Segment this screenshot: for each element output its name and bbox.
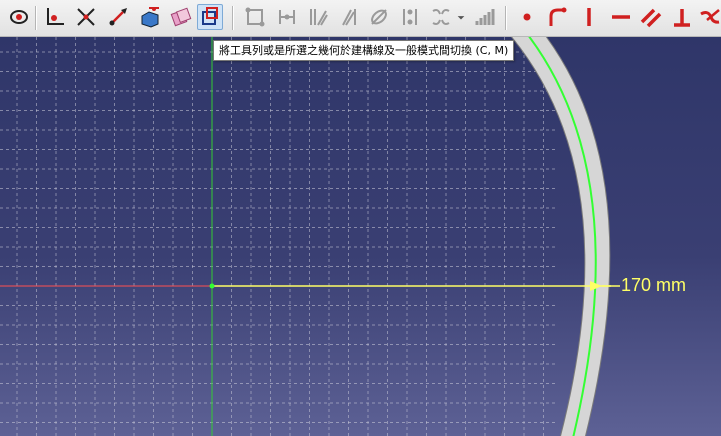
constrain-vertical-icon (587, 8, 591, 26)
constrain-horizontal-button[interactable] (608, 4, 634, 30)
constrain-vertical-button[interactable] (576, 4, 602, 30)
sketcher-toolbar (0, 0, 721, 37)
3d-view[interactable] (0, 37, 721, 436)
sketch-canvas[interactable] (0, 37, 721, 436)
select-origin-button[interactable] (274, 4, 300, 30)
select-conflicting-constraints-button[interactable] (397, 4, 423, 30)
select-vertical-axis-button[interactable] (305, 4, 331, 30)
toolbar-separator (232, 6, 233, 30)
rectangular-array-icon (475, 9, 495, 25)
select-horizontal-axis-button[interactable] (336, 4, 362, 30)
trim-edge-icon (77, 8, 95, 26)
constrain-parallel-button[interactable] (638, 4, 664, 30)
constrain-coincident-icon (523, 13, 531, 21)
constrain-tangent-icon (700, 9, 720, 24)
symmetry-button[interactable] (428, 4, 454, 30)
chevron-down-icon (457, 16, 465, 20)
add-point-button[interactable] (42, 4, 68, 30)
select-origin-icon (279, 10, 295, 24)
carbon-copy-icon (170, 7, 192, 27)
select-redundant-constraints-button[interactable] (366, 4, 392, 30)
select-constraints-icon (245, 7, 265, 27)
select-conflicting-constraints-icon (403, 9, 417, 25)
constrain-perpendicular-button[interactable] (669, 4, 695, 30)
select-horizontal-axis-icon (342, 9, 356, 26)
toggle-construction-geometry-icon (202, 7, 218, 25)
close-shape-icon (10, 10, 28, 24)
extend-edge-button[interactable] (105, 4, 131, 30)
toolbar-separator (505, 6, 506, 30)
constrain-point-on-object-button[interactable] (544, 4, 570, 30)
origin-point[interactable] (209, 283, 215, 289)
external-geometry-button[interactable] (137, 4, 163, 30)
toolbar-separator (35, 6, 36, 30)
sketch-grid (0, 37, 555, 436)
external-geometry-icon (141, 7, 159, 28)
select-vertical-axis-icon (310, 9, 328, 26)
constrain-horizontal-icon (612, 15, 630, 19)
rectangular-array-button[interactable] (472, 4, 498, 30)
symmetry-dropdown[interactable] (455, 4, 467, 30)
select-constraints-button[interactable] (242, 4, 268, 30)
toggle-construction-geometry-button[interactable] (197, 4, 223, 30)
symmetry-icon (432, 9, 450, 25)
constrain-point-on-object-icon (549, 7, 567, 26)
dimension-label[interactable]: 170 mm (621, 275, 686, 295)
tooltip: 將工具列或是所選之幾何於建構線及一般模式間切換 (C, M) (213, 40, 515, 61)
constrain-coincident-button[interactable] (514, 4, 540, 30)
constrain-perpendicular-icon (674, 9, 690, 27)
add-point-icon (47, 8, 64, 25)
extend-edge-icon (109, 8, 127, 26)
trim-edge-button[interactable] (73, 4, 99, 30)
constrain-tangent-button[interactable] (699, 4, 721, 30)
constrain-parallel-icon (640, 8, 662, 28)
select-redundant-constraints-icon (371, 9, 387, 25)
close-shape-button[interactable] (5, 4, 31, 30)
carbon-copy-button[interactable] (168, 4, 194, 30)
